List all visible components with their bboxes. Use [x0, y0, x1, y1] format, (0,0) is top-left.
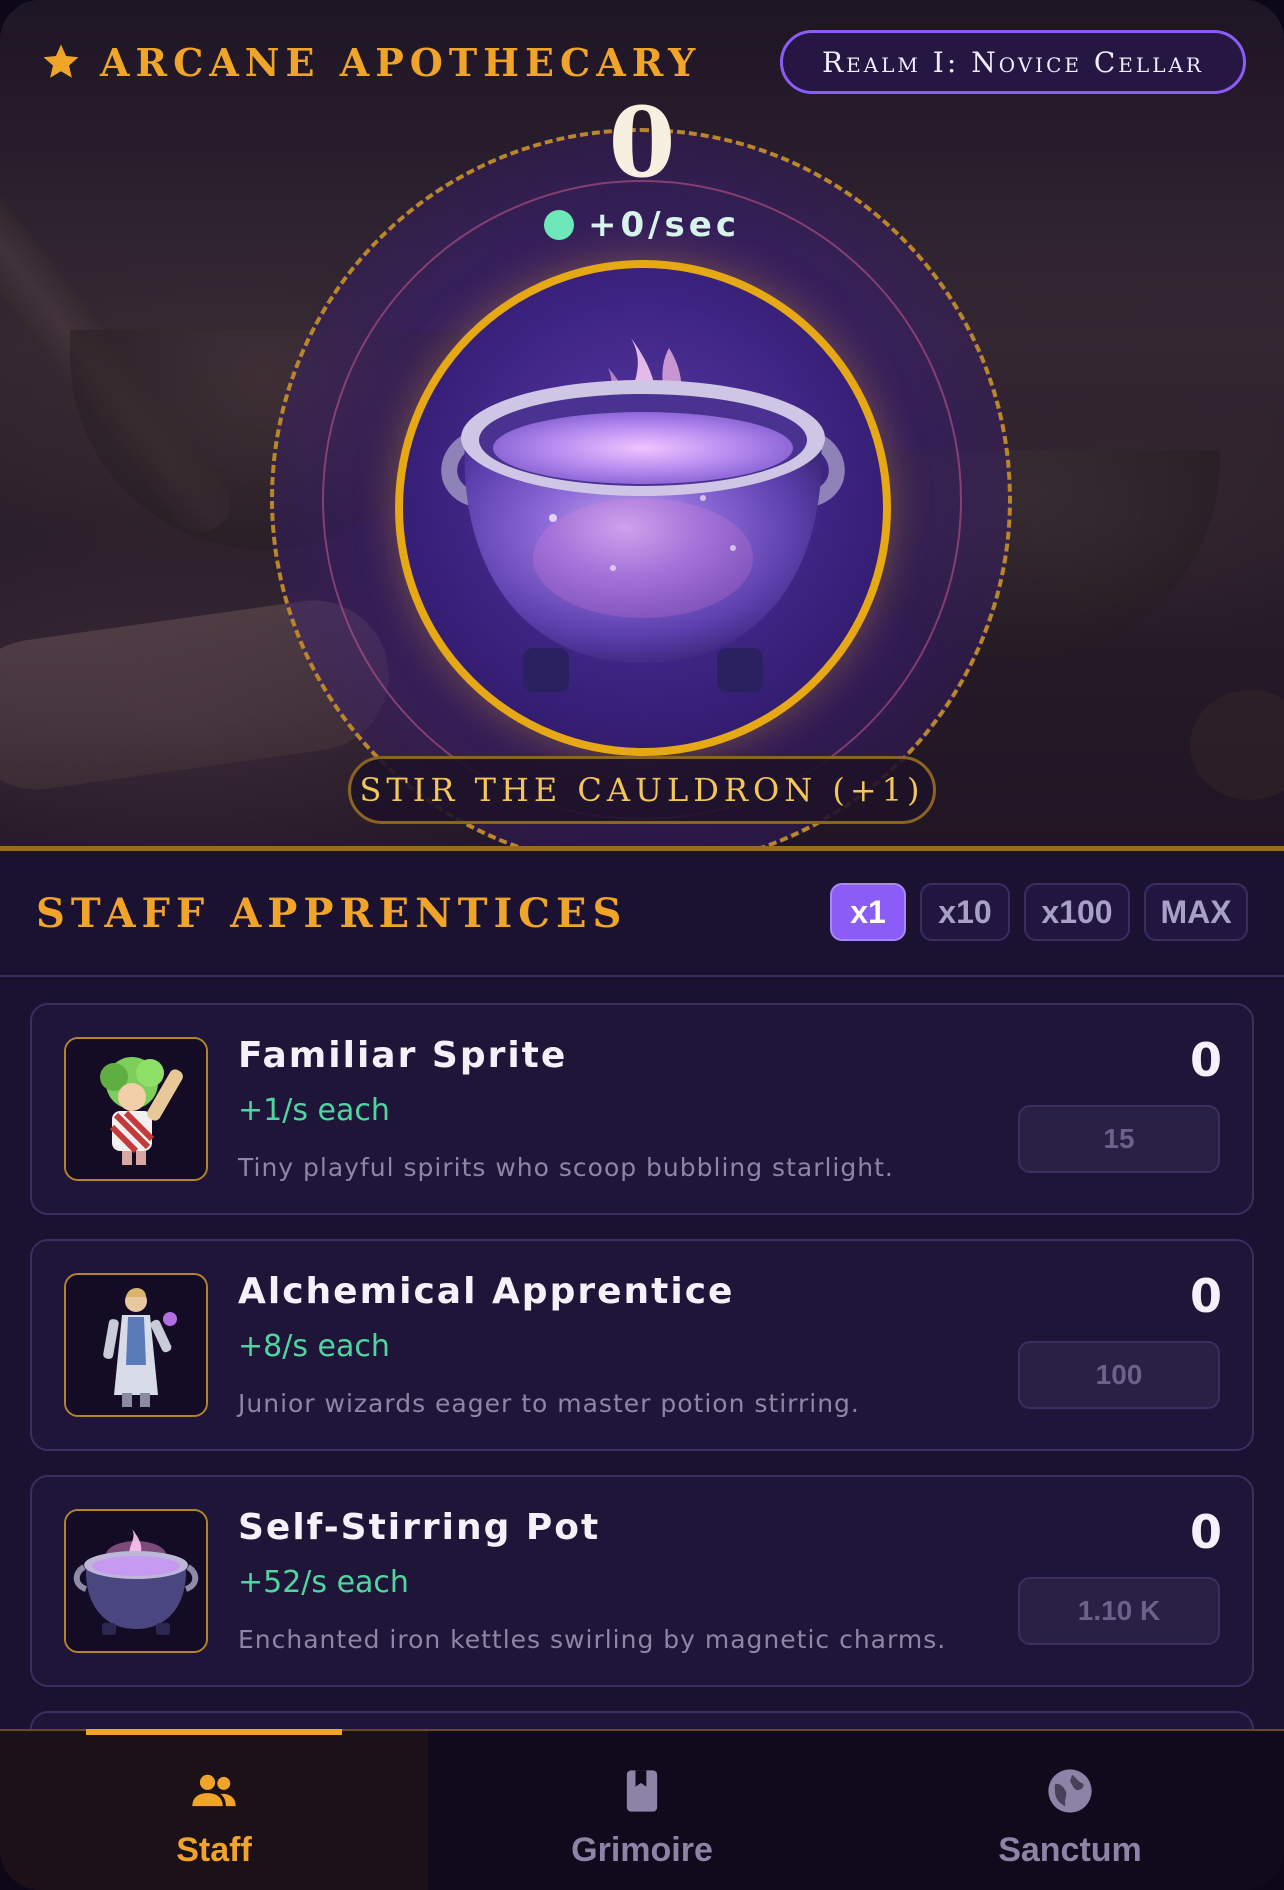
nav-label: Staff: [176, 1831, 252, 1869]
rate-indicator-icon: [543, 210, 574, 240]
nav-label: Sanctum: [998, 1831, 1142, 1869]
nav-staff[interactable]: Staff: [0, 1729, 428, 1890]
staff-owned-count: 0: [1189, 1505, 1222, 1559]
staff-description: Enchanted iron kettles swirling by magne…: [238, 1625, 947, 1654]
staff-description: Junior wizards eager to master potion st…: [238, 1389, 860, 1418]
staff-description: Tiny playful spirits who scoop bubbling …: [238, 1153, 894, 1182]
staff-name: Self-Stirring Pot: [238, 1507, 601, 1548]
nav-label: Grimoire: [571, 1831, 713, 1869]
buy-alchemical-apprentice-button[interactable]: 100: [1018, 1341, 1220, 1409]
staff-card-self-stirring-pot: Self-Stirring Pot +52/s each Enchanted i…: [30, 1475, 1254, 1687]
sprite-portrait-icon: [64, 1037, 208, 1181]
pot-portrait-icon: [64, 1509, 208, 1653]
staff-panel: STAFF APPRENTICES x1 x10 x100 MAX Famili…: [0, 851, 1284, 1751]
nav-active-indicator: [86, 1729, 342, 1735]
staff-title: STAFF APPRENTICES: [36, 889, 628, 937]
staff-owned-count: 0: [1189, 1269, 1222, 1323]
staff-card-alchemical-apprentice: Alchemical Apprentice +8/s each Junior w…: [30, 1239, 1254, 1451]
buy-familiar-sprite-button[interactable]: 15: [1018, 1105, 1220, 1173]
globe-icon: [1048, 1769, 1092, 1813]
multiplier-x100-button[interactable]: x100: [1024, 883, 1130, 941]
realm-badge[interactable]: Realm I: Novice Cellar: [780, 30, 1246, 94]
nav-grimoire[interactable]: Grimoire: [428, 1731, 856, 1890]
book-icon: [626, 1770, 658, 1812]
bottom-nav: Staff Grimoire Sanctum: [0, 1729, 1284, 1890]
essence-counter: 0: [608, 86, 676, 199]
multiplier-x1-button[interactable]: x1: [830, 883, 906, 941]
staff-name: Alchemical Apprentice: [238, 1271, 735, 1312]
staff-name: Familiar Sprite: [238, 1035, 568, 1076]
staff-header: STAFF APPRENTICES x1 x10 x100 MAX: [0, 851, 1284, 977]
staff-rate: +1/s each: [238, 1093, 390, 1128]
staff-card-familiar-sprite: Familiar Sprite +1/s each Tiny playful s…: [30, 1003, 1254, 1215]
multiplier-max-button[interactable]: MAX: [1144, 883, 1248, 941]
essence-rate: +0/sec: [442, 202, 842, 248]
multiplier-x10-button[interactable]: x10: [920, 883, 1010, 941]
game-screen: 0 +0/sec ARCANE APOTHECARY Realm I: Novi…: [0, 0, 1284, 1890]
stir-cauldron-button[interactable]: STIR THE CAULDRON (+1): [348, 756, 936, 824]
staff-owned-count: 0: [1189, 1033, 1222, 1087]
brand: ARCANE APOTHECARY: [40, 34, 701, 90]
apprentice-portrait-icon: [64, 1273, 208, 1417]
cauldron-click-target[interactable]: [395, 260, 891, 756]
staff-rate: +52/s each: [238, 1565, 409, 1600]
buy-multiplier-group: x1 x10 x100 MAX: [830, 883, 1248, 941]
nav-sanctum[interactable]: Sanctum: [856, 1731, 1284, 1890]
hero-area: 0 +0/sec ARCANE APOTHECARY Realm I: Novi…: [0, 0, 1284, 848]
staff-rate: +8/s each: [238, 1329, 390, 1364]
cauldron-icon: [441, 338, 845, 692]
star-icon: [43, 44, 79, 78]
people-icon: [192, 1774, 236, 1807]
app-title: ARCANE APOTHECARY: [100, 39, 702, 85]
buy-self-stirring-pot-button[interactable]: 1.10 K: [1018, 1577, 1220, 1645]
rate-text: +0/sec: [587, 205, 740, 245]
